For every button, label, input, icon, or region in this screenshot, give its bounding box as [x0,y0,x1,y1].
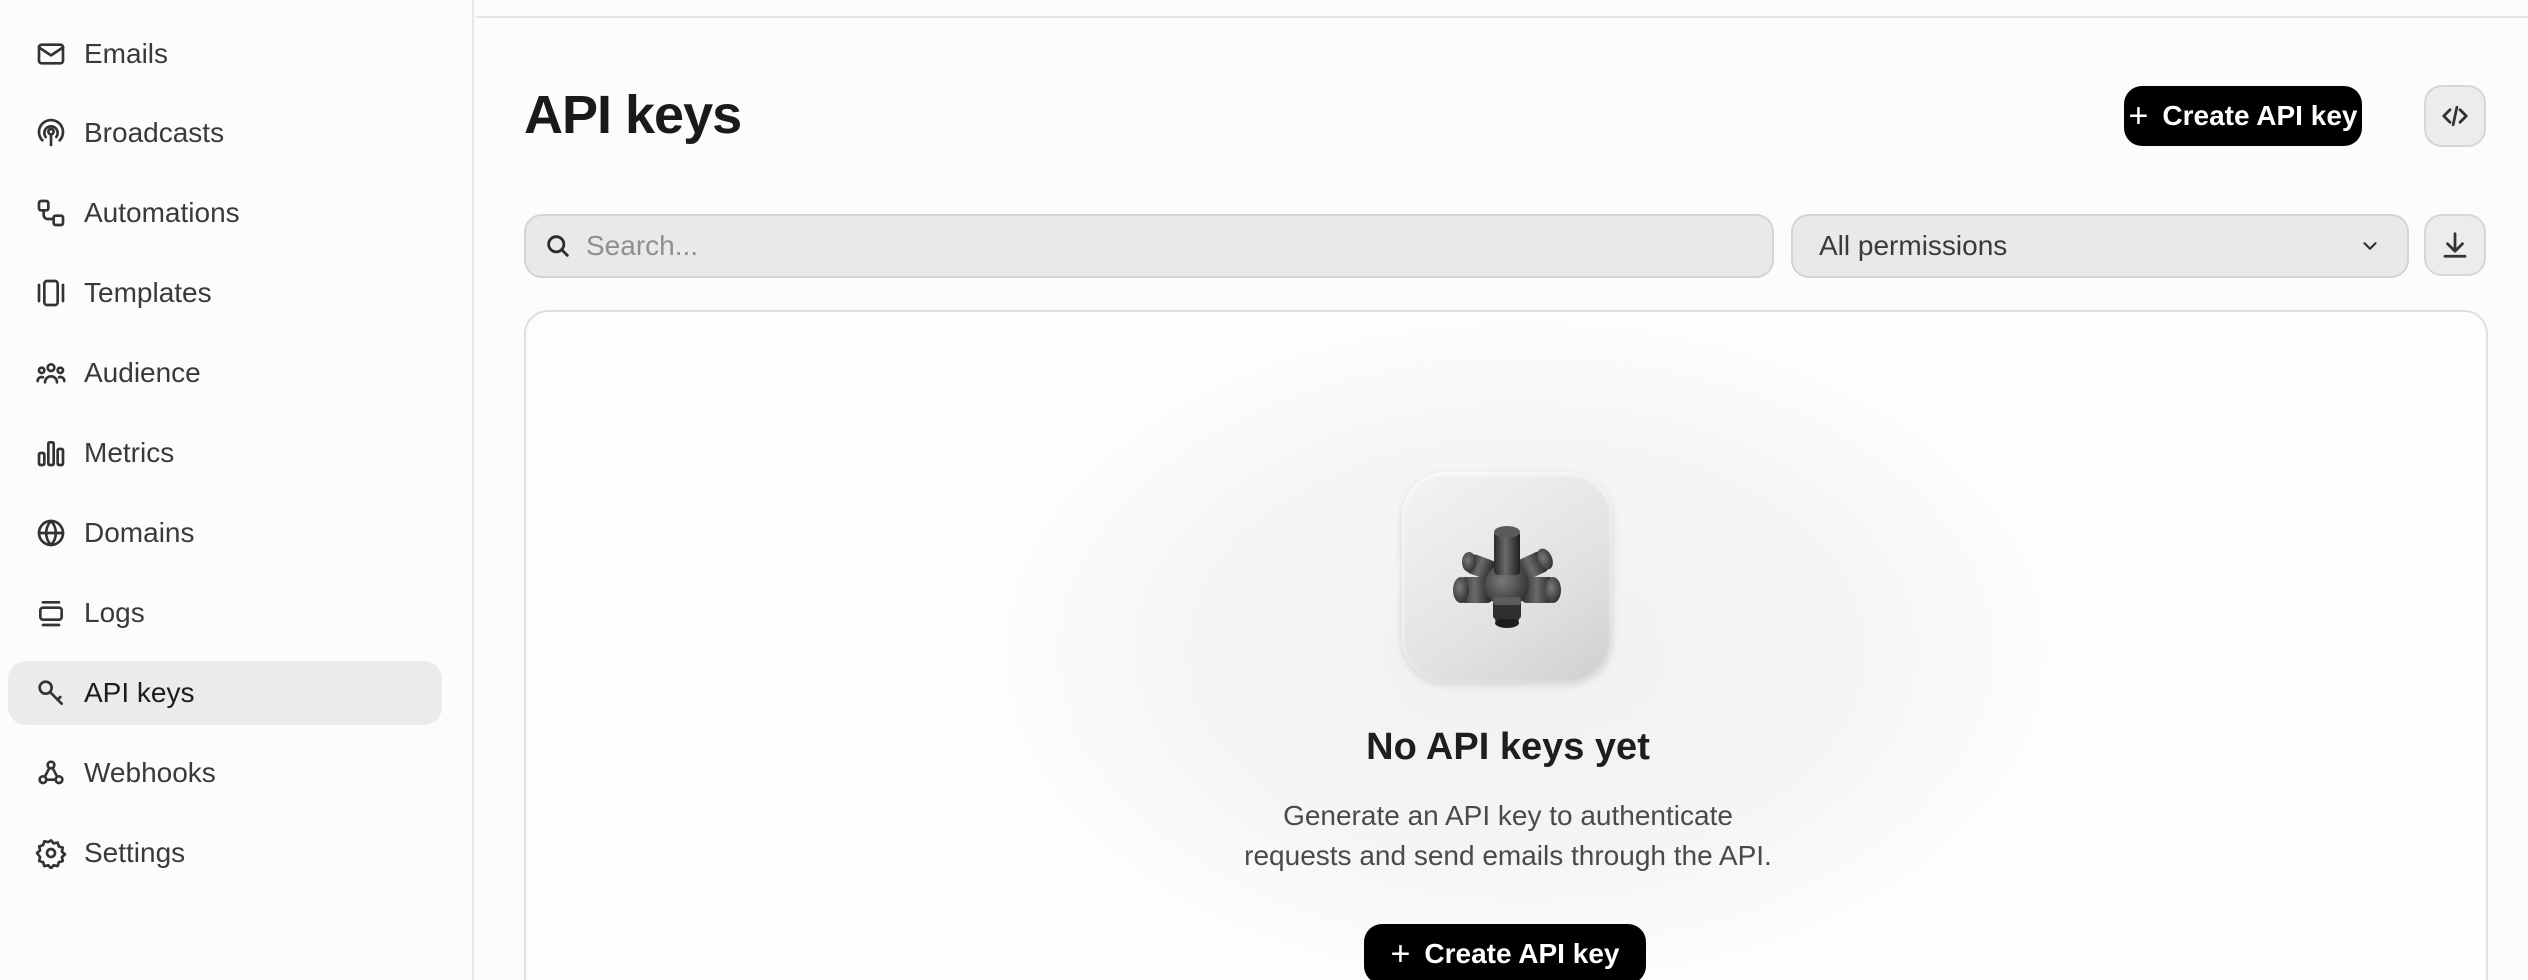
sidebar-item-label: Templates [84,277,212,308]
create-api-key-label: Create API key [1424,938,1620,969]
create-api-key-label: Create API key [2162,100,2358,131]
sidebar-item-label: Webhooks [84,757,216,788]
empty-state-description-line: requests and send emails through the API… [1244,840,1772,871]
gear-icon [34,836,68,870]
api-node-icon [1453,526,1561,628]
sidebar-item-label: API keys [84,677,195,708]
mail-icon [34,37,68,71]
sidebar-item-label: Broadcasts [84,117,225,148]
plus-icon: + [1390,935,1411,973]
search-field[interactable] [524,214,1774,278]
sidebar-item-automations[interactable]: Automations [8,181,442,245]
sidebar-item-label: Audience [84,357,201,388]
sidebar-item-settings[interactable]: Settings [8,821,442,885]
logs-icon [34,596,68,630]
code-view-button[interactable] [2424,85,2486,147]
sidebar-item-domains[interactable]: Domains [8,501,442,565]
globe-icon [34,516,68,550]
page-title: API keys [524,85,742,145]
sidebar: Emails Broadcasts Automations Templates … [0,0,474,980]
plus-icon: + [2128,97,2149,135]
sidebar-item-audience[interactable]: Audience [8,341,442,405]
sidebar-item-broadcasts[interactable]: Broadcasts [8,101,442,165]
webhook-icon [34,756,68,790]
header-divider [476,16,2528,18]
empty-state-create-api-key-button[interactable]: + Create API key [1364,924,1646,980]
permissions-select-value: All permissions [1819,230,2008,261]
empty-state-title: No API keys yet [1366,726,1650,768]
sidebar-item-emails[interactable]: Emails [8,22,442,86]
sidebar-item-api-keys[interactable]: API keys [8,661,442,725]
sidebar-item-webhooks[interactable]: Webhooks [8,741,442,805]
sidebar-item-label: Emails [84,38,169,69]
empty-state-description-line: Generate an API key to authenticate [1283,800,1733,831]
sidebar-item-label: Automations [84,197,240,228]
automation-icon [34,196,68,230]
templates-icon [34,276,68,310]
sidebar-item-label: Domains [84,517,195,548]
main-content: API keys + Create API key All permission… [476,0,2528,980]
search-icon [547,235,569,257]
audience-icon [34,356,68,390]
empty-state-illustration [1402,472,1612,682]
metrics-icon [34,436,68,470]
empty-state-description: Generate an API key to authenticate requ… [526,796,2486,876]
api-keys-panel: No API keys yet Generate an API key to a… [524,310,2488,980]
code-icon [2442,105,2468,127]
sidebar-item-metrics[interactable]: Metrics [8,421,442,485]
sidebar-item-label: Settings [84,837,186,868]
permissions-select[interactable]: All permissions [1791,214,2409,278]
sidebar-item-logs[interactable]: Logs [8,581,442,645]
create-api-key-button[interactable]: + Create API key [2124,86,2362,146]
sidebar-item-label: Metrics [84,437,175,468]
key-icon [34,676,68,710]
sidebar-item-label: Logs [84,597,145,628]
download-button[interactable] [2424,214,2486,276]
download-icon [2443,232,2467,258]
sidebar-item-templates[interactable]: Templates [8,261,442,325]
search-input[interactable] [586,230,1736,262]
broadcast-icon [34,116,68,150]
chevron-down-icon [2363,242,2377,250]
